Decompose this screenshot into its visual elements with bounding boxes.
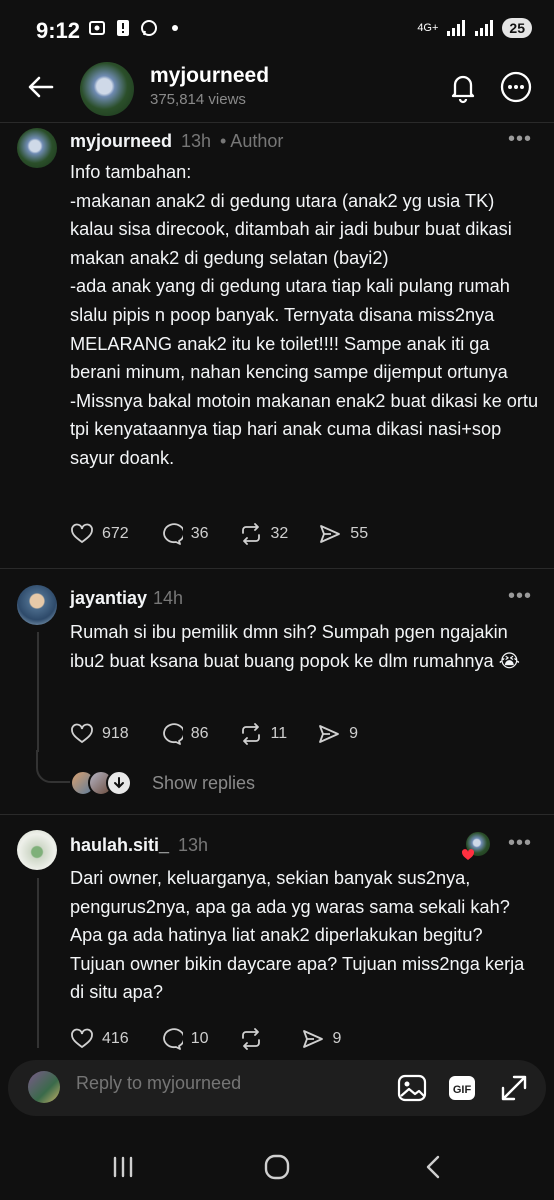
like-button[interactable]: 416 <box>70 1027 129 1051</box>
gif-icon[interactable]: GIF <box>446 1072 478 1104</box>
svg-text:GIF: GIF <box>453 1084 472 1096</box>
heart-icon <box>71 723 93 744</box>
comment-count: 86 <box>190 725 209 742</box>
post-text: Dari owner, keluarganya, sekian banyak s… <box>70 868 530 1003</box>
post-more-icon[interactable]: ••• <box>508 832 532 855</box>
status-time: 9:12 <box>36 18 81 43</box>
repost-button[interactable]: 11 <box>239 722 288 746</box>
share-icon <box>302 1030 323 1048</box>
heart-icon <box>71 523 93 544</box>
share-button[interactable]: 55 <box>318 522 368 546</box>
comment-button[interactable]: 86 <box>159 722 209 746</box>
comment-icon <box>162 523 183 545</box>
thread-line <box>37 632 39 752</box>
repost-count: 11 <box>270 725 288 742</box>
expand-icon[interactable] <box>498 1072 530 1104</box>
repost-icon <box>241 723 260 745</box>
like-count: 416 <box>102 1030 129 1047</box>
comment-button[interactable]: 36 <box>159 522 209 546</box>
whatsapp-icon <box>140 19 158 37</box>
show-replies-button[interactable]: Show replies <box>70 770 255 796</box>
network-label: 4G+ <box>417 22 439 34</box>
divider <box>0 568 554 569</box>
reply-input[interactable] <box>76 1073 376 1094</box>
dot-icon <box>166 19 184 37</box>
comment-count: 36 <box>190 525 209 542</box>
back-arrow-icon[interactable] <box>26 72 56 102</box>
share-count: 9 <box>349 725 359 742</box>
post-more-icon[interactable]: ••• <box>508 585 532 608</box>
repost-button[interactable] <box>239 1027 271 1051</box>
thread-line <box>37 878 39 1048</box>
author-badge: • Author <box>220 131 284 151</box>
heart-badge-icon <box>461 849 475 860</box>
post-text: Rumah si ibu pemilik dmn sih? Sumpah pge… <box>70 622 520 671</box>
home-icon[interactable] <box>260 1150 294 1184</box>
post-username[interactable]: myjourneed <box>70 131 172 152</box>
thread-header: myjourneed 375,814 views <box>0 58 554 123</box>
comment-count: 10 <box>190 1030 209 1047</box>
share-button[interactable]: 9 <box>317 722 358 746</box>
like-button[interactable]: 918 <box>70 722 129 746</box>
recents-icon[interactable] <box>106 1150 140 1184</box>
show-replies-label: Show replies <box>152 772 256 793</box>
header-avatar[interactable] <box>80 62 134 116</box>
like-count: 918 <box>102 725 129 742</box>
battery-badge: 25 <box>502 18 532 38</box>
post-text: Info tambahan: -makanan anak2 di gedung … <box>70 162 539 468</box>
share-icon <box>319 725 340 743</box>
like-button[interactable]: 672 <box>70 522 129 546</box>
screenshot-icon <box>88 19 106 37</box>
comment-button[interactable]: 10 <box>159 1027 209 1051</box>
repost-icon <box>241 523 260 545</box>
share-button[interactable]: 9 <box>301 1027 342 1051</box>
heart-icon <box>71 1028 93 1049</box>
signal-icon <box>447 20 466 36</box>
repost-button[interactable]: 32 <box>239 522 289 546</box>
post-time: 13h <box>181 131 212 151</box>
post-actions: 918 86 11 9 <box>70 722 388 746</box>
chevron-down-icon <box>106 770 132 796</box>
share-count: 9 <box>332 1030 342 1047</box>
status-bar: 9:12 4G+ 25 <box>0 0 554 58</box>
status-notification-icons <box>88 19 184 37</box>
post-time: 13h <box>178 835 209 855</box>
avatar[interactable] <box>17 585 57 625</box>
comment-icon <box>162 1028 183 1050</box>
signal-icon-2 <box>475 20 494 36</box>
header-title: myjourneed <box>150 64 270 87</box>
share-count: 55 <box>350 525 369 542</box>
status-right: 4G+ 25 <box>417 18 532 38</box>
like-count: 672 <box>102 525 129 542</box>
post-username[interactable]: haulah.siti_ <box>70 835 169 856</box>
post-actions: 672 36 32 55 <box>70 522 398 546</box>
avatar[interactable] <box>17 128 57 168</box>
post-time: 14h <box>153 588 184 608</box>
system-nav-bar <box>0 1134 554 1200</box>
bell-icon[interactable] <box>446 70 480 104</box>
image-icon[interactable] <box>396 1072 428 1104</box>
reply-composer: GIF <box>8 1060 546 1116</box>
share-icon <box>320 525 341 543</box>
repost-icon <box>241 1028 260 1050</box>
header-views: 375,814 views <box>150 91 246 108</box>
more-icon[interactable] <box>499 70 533 104</box>
alert-icon <box>114 19 132 37</box>
comment-icon <box>162 723 183 745</box>
post-actions: 416 10 9 <box>70 1027 371 1051</box>
avatar[interactable] <box>17 830 57 870</box>
repost-count: 32 <box>270 525 289 542</box>
composer-avatar <box>28 1071 60 1103</box>
post-username[interactable]: jayantiay <box>70 588 147 609</box>
post-more-icon[interactable]: ••• <box>508 128 532 151</box>
back-nav-icon[interactable] <box>416 1150 450 1184</box>
divider <box>0 814 554 815</box>
